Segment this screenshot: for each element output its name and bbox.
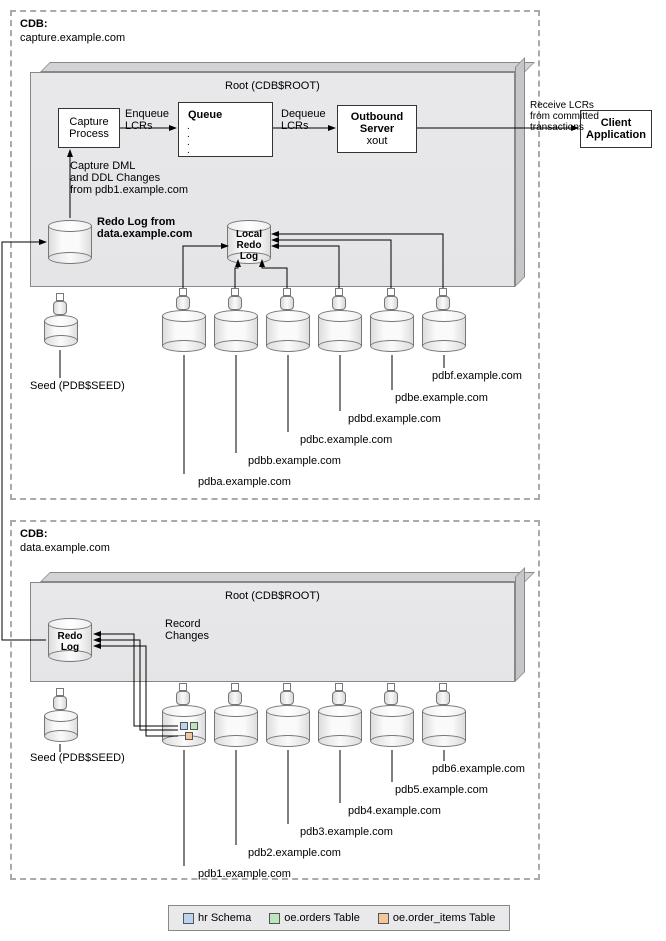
orders-chip-icon <box>190 722 198 730</box>
cdb2-pdb-plug <box>228 683 242 705</box>
order-items-chip-icon <box>185 732 193 740</box>
orders-swatch-icon <box>269 913 280 924</box>
cdb2-pdb-cyl <box>370 705 414 747</box>
cdb1-seed-cyl <box>44 315 78 347</box>
cdb1-pdb-plug <box>228 288 242 310</box>
hr-schema-chip-icon <box>180 722 188 730</box>
cdb2-pdb-plug <box>176 683 190 705</box>
hr-swatch-icon <box>183 913 194 924</box>
capture-process-label: Capture Process <box>69 116 109 140</box>
cdb2-seed-plug <box>53 688 67 710</box>
items-swatch-icon <box>378 913 389 924</box>
cdb1-seed-label: Seed (PDB$SEED) <box>30 380 125 392</box>
cdb1-pdb-cyl <box>266 310 310 352</box>
cdb1-pdb-cyl <box>214 310 258 352</box>
cdb1-pdb-plug <box>332 288 346 310</box>
queue-box: Queue .... <box>178 102 273 157</box>
cdb1-pdb-label: pdbb.example.com <box>248 455 341 467</box>
cdb2-redo-label: Redo Log <box>48 631 92 653</box>
cdb1-pdb-label: pdba.example.com <box>198 476 291 488</box>
dequeue-label: Dequeue LCRs <box>281 108 326 132</box>
legend-items-text: oe.order_items Table <box>393 912 496 924</box>
outbound-name: xout <box>367 135 388 147</box>
cdb1-pdb-label: pdbc.example.com <box>300 434 392 446</box>
cdb1-pdb-cyl <box>318 310 362 352</box>
capture-note: Capture DML and DDL Changes from pdb1.ex… <box>70 160 188 196</box>
legend-orders-text: oe.orders Table <box>284 912 360 924</box>
cdb1-seed-plug <box>53 293 67 315</box>
cdb2-pdb-label: pdb4.example.com <box>348 805 441 817</box>
local-redo-label: Local Redo Log <box>227 229 271 262</box>
cdb1-root-title: Root (CDB$ROOT) <box>225 80 320 92</box>
cdb1-pdb-plug <box>280 288 294 310</box>
enqueue-label: Enqueue LCRs <box>125 108 169 132</box>
cdb1-pdb-label: pdbd.example.com <box>348 413 441 425</box>
queue-dots: .... <box>187 123 190 155</box>
legend-orders: oe.orders Table <box>269 912 360 924</box>
cdb1-pdb-cyl <box>162 310 206 352</box>
cdb1-pdb-plug <box>436 288 450 310</box>
legend-hr: hr Schema <box>183 912 251 924</box>
record-changes-label: Record Changes <box>165 618 209 642</box>
cdb2-pdb-cyl <box>266 705 310 747</box>
outbound-box: Outbound Server xout <box>337 105 417 153</box>
cdb1-pdb-plug <box>176 288 190 310</box>
cdb2-pdb-label: pdb1.example.com <box>198 868 291 880</box>
cdb2-pdb-plug <box>436 683 450 705</box>
cdb2-pdb-plug <box>332 683 346 705</box>
cdb2-redo-cyl: Redo Log <box>48 618 92 662</box>
cdb2-pdb-label: pdb5.example.com <box>395 784 488 796</box>
cdb2-pdb-label: pdb3.example.com <box>300 826 393 838</box>
cdb1-host: capture.example.com <box>20 32 125 44</box>
cdb2-pdb-label: pdb6.example.com <box>432 763 525 775</box>
cdb1-pdb-label: pdbf.example.com <box>432 370 522 382</box>
redo-from-cylinder <box>48 220 92 264</box>
outbound-title: Outbound Server <box>351 111 404 135</box>
queue-label: Queue <box>188 109 222 121</box>
cdb2-seed-label: Seed (PDB$SEED) <box>30 752 125 764</box>
cdb2-root-title: Root (CDB$ROOT) <box>225 590 320 602</box>
receive-label: Receive LCRs from committed transactions <box>530 100 599 133</box>
cdb2-seed-cyl <box>44 710 78 742</box>
redo-from-label: Redo Log from data.example.com <box>97 216 192 240</box>
local-redo-cylinder: Local Redo Log <box>227 220 271 264</box>
cdb2-pdb-cyl <box>214 705 258 747</box>
cdb2-pdb-plug <box>384 683 398 705</box>
cdb2-host: data.example.com <box>20 542 110 554</box>
cdb1-pdb-cyl <box>422 310 466 352</box>
cdb2-pdb-cyl <box>422 705 466 747</box>
cdb1-pdb-label: pdbe.example.com <box>395 392 488 404</box>
capture-process-box: Capture Process <box>58 108 120 148</box>
legend: hr Schema oe.orders Table oe.order_items… <box>168 905 510 931</box>
cdb1-title: CDB: <box>20 18 48 30</box>
cdb1-pdb-plug <box>384 288 398 310</box>
cdb2-root <box>30 572 525 682</box>
cdb2-pdb-label: pdb2.example.com <box>248 847 341 859</box>
cdb2-pdb-cyl <box>318 705 362 747</box>
cdb2-title: CDB: <box>20 528 48 540</box>
legend-hr-text: hr Schema <box>198 912 251 924</box>
legend-items: oe.order_items Table <box>378 912 496 924</box>
cdb2-pdb-plug <box>280 683 294 705</box>
cdb1-pdb-cyl <box>370 310 414 352</box>
